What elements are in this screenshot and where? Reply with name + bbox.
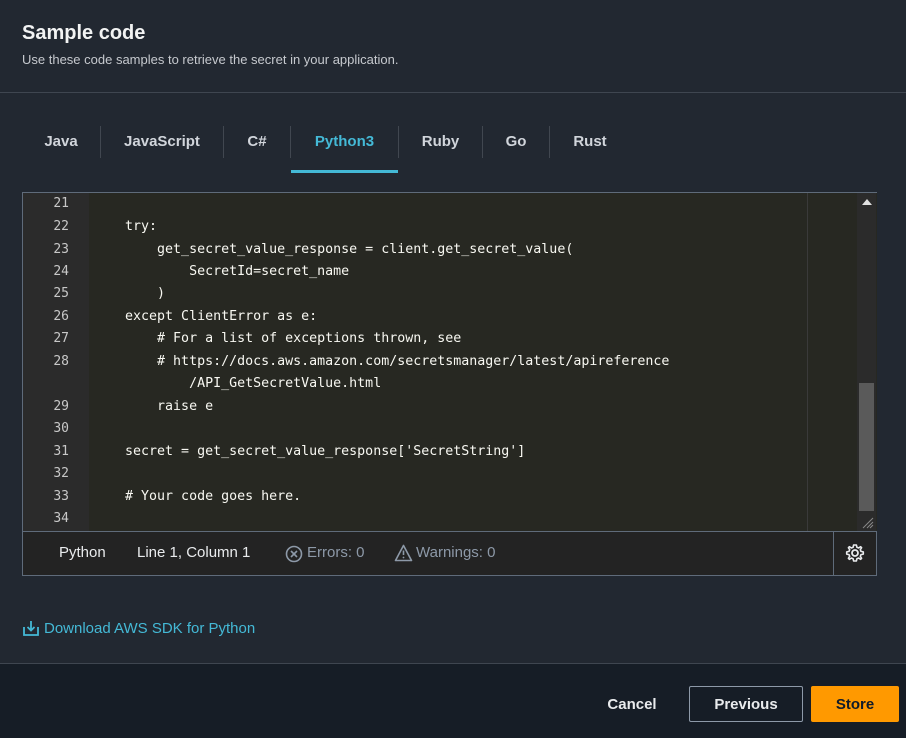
panel-subtitle: Use these code samples to retrieve the s…	[22, 52, 399, 67]
line-number-gutter: 21 22 23 24 25 26 27 28 29 30 31 32 33 34	[23, 193, 89, 531]
line-number: 30	[53, 421, 69, 436]
line-number: 25	[53, 286, 69, 301]
status-divider	[833, 532, 834, 575]
cancel-button[interactable]: Cancel	[590, 686, 674, 722]
tab-python3[interactable]: Python3	[291, 126, 398, 174]
editor-status-bar: Python Line 1, Column 1 Errors: 0 Warnin…	[23, 531, 876, 575]
line-number: 21	[53, 196, 69, 211]
status-cursor-position: Line 1, Column 1	[137, 544, 251, 561]
gear-icon[interactable]	[845, 543, 865, 563]
scrollbar-thumb[interactable]	[859, 383, 874, 511]
code-line: raise e	[93, 399, 214, 414]
panel-header: Sample code Use these code samples to re…	[0, 0, 906, 93]
code-line: # For a list of exceptions thrown, see	[93, 331, 462, 346]
line-number: 28	[53, 354, 69, 369]
status-errors[interactable]: Errors: 0	[307, 544, 365, 561]
line-number: 27	[53, 331, 69, 346]
line-number: 22	[53, 219, 69, 234]
tab-csharp[interactable]: C#	[224, 126, 290, 174]
code-line: except ClientError as e:	[93, 309, 318, 324]
tab-java[interactable]: Java	[22, 126, 100, 174]
language-tabs: Java JavaScript C# Python3 Ruby Go Rust	[22, 126, 877, 174]
code-line: SecretId=secret_name	[93, 264, 350, 279]
status-warnings[interactable]: Warnings: 0	[416, 544, 495, 561]
code-editor: 21 22 23 24 25 26 27 28 29 30 31 32 33 34 try: get_se…	[22, 192, 877, 576]
line-number: 33	[53, 489, 69, 504]
editor-scrollbar[interactable]	[857, 193, 876, 531]
line-number: 31	[53, 444, 69, 459]
download-sdk-label: Download AWS SDK for Python	[44, 619, 256, 637]
sample-code-panel: Sample code Use these code samples to re…	[0, 0, 906, 662]
warning-icon	[394, 544, 413, 562]
download-icon	[23, 621, 39, 636]
store-button[interactable]: Store	[811, 686, 899, 722]
code-line: secret = get_secret_value_response['Secr…	[93, 444, 526, 459]
tab-ruby[interactable]: Ruby	[399, 126, 482, 174]
line-number: 29	[53, 399, 69, 414]
tab-javascript[interactable]: JavaScript	[101, 126, 223, 174]
code-line: )	[93, 286, 166, 301]
panel-title: Sample code	[22, 22, 146, 44]
code-area[interactable]: try: get_secret_value_response = client.…	[89, 193, 807, 531]
download-sdk-link[interactable]: Download AWS SDK for Python	[22, 619, 255, 637]
code-line: # https://docs.aws.amazon.com/secretsman…	[93, 354, 670, 369]
tab-go[interactable]: Go	[483, 126, 549, 174]
status-language: Python	[59, 544, 106, 561]
error-icon	[285, 545, 303, 563]
line-number: 23	[53, 242, 69, 257]
line-number: 34	[53, 511, 69, 526]
line-number: 26	[53, 309, 69, 324]
resize-grip-icon[interactable]	[857, 513, 876, 530]
code-line: # Your code goes here.	[93, 489, 302, 504]
code-line: get_secret_value_response = client.get_s…	[93, 242, 574, 257]
code-line: try:	[93, 219, 158, 234]
scroll-up-arrow-icon[interactable]	[862, 199, 872, 205]
code-line: /API_GetSecretValue.html	[93, 376, 382, 391]
line-number: 32	[53, 466, 69, 481]
tab-rust[interactable]: Rust	[550, 126, 630, 174]
line-number: 24	[53, 264, 69, 279]
previous-button[interactable]: Previous	[689, 686, 803, 722]
